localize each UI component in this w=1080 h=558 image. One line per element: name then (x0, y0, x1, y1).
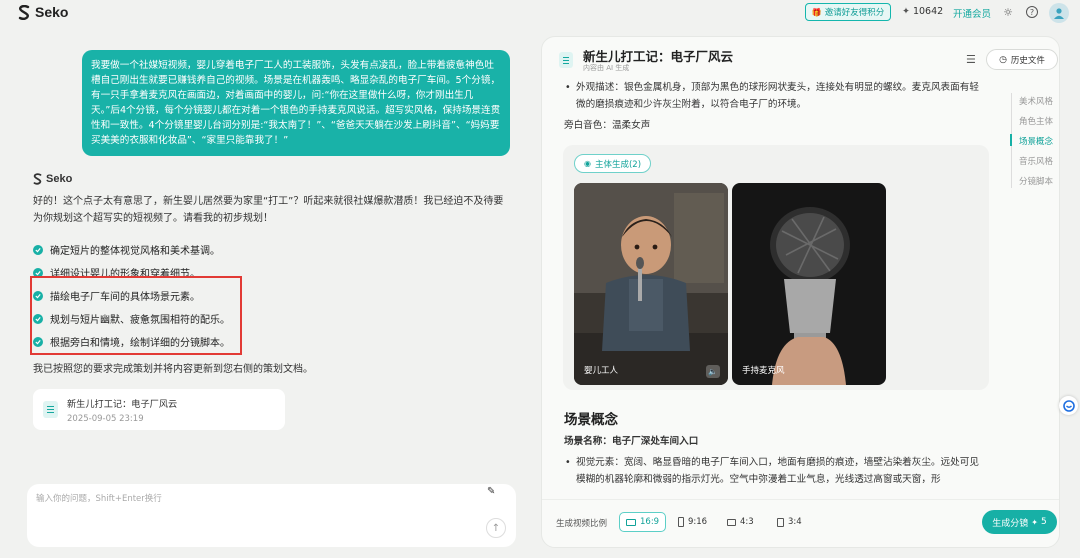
generate-label: 生成分镜 (992, 518, 1029, 529)
invite-label: 邀请好友得积分 (824, 8, 885, 18)
app-logo[interactable]: Seko (18, 4, 68, 20)
document-card-date: 2025-09-05 23:19 (67, 413, 144, 424)
voice-line: 旁白音色：温柔女声 (564, 120, 651, 131)
user-message-bubble: 我要做一个社媒短视频，婴儿穿着电子厂工人的工装服饰，头发有点凌乱，脸上带着疲惫神… (82, 50, 510, 156)
scene-visual-elements: 视觉元素：宽阔、略显昏暗的电子厂车间入口，地面有磨损的痕迹，墙壁沾染着灰尘。远处… (576, 457, 979, 485)
gift-icon: 🎁 (811, 7, 822, 17)
highlight-annotation-box (30, 276, 242, 355)
appearance-description: 外观描述：银色金属机身，顶部为黑色的球形网状麦头，连接处有明显的螺纹。麦克风表面… (576, 82, 979, 110)
chat-input-box[interactable]: 输入你的问题，Shift+Enter换行 ✎ ↑ (27, 484, 516, 547)
scene-name: 场景名称：电子厂深处车间入口 (564, 436, 699, 447)
history-icon: ◷ (999, 54, 1007, 65)
landscape-icon (727, 518, 736, 526)
history-files-button[interactable]: ◷ 历史文件 (986, 49, 1058, 70)
target-icon: ◉ (583, 159, 591, 168)
ratio-option-16-9[interactable]: 16:9 (619, 512, 667, 532)
ratio-label: 生成视频比例 (556, 519, 608, 529)
subject-chip-label: 主体生成(2) (594, 159, 642, 170)
ratio-option-3-4[interactable]: 3:4 (771, 512, 808, 532)
check-icon (33, 244, 43, 255)
credits-display[interactable]: ✦ 10642 (902, 6, 943, 17)
plan-item-text: 确定短片的整体视觉风格和美术基调。 (50, 246, 220, 257)
member-link[interactable]: 开通会员 (953, 6, 991, 20)
toc-item-active[interactable]: 场景概念 (1019, 135, 1053, 147)
ratio-option-4-3[interactable]: 4:3 (721, 512, 760, 532)
chat-input-placeholder[interactable]: 输入你的问题，Shift+Enter换行 (36, 492, 162, 504)
toc-item[interactable]: 分镜脚本 (1019, 175, 1053, 187)
document-subtitle: 内容由 AI 生成 (583, 64, 630, 72)
portrait-icon (777, 517, 784, 527)
send-arrow-icon[interactable]: ↑ (486, 518, 506, 538)
generate-cost: 5 (1040, 517, 1047, 527)
user-avatar[interactable] (1049, 3, 1069, 23)
ratio-text: 3:4 (788, 517, 802, 527)
volume-icon[interactable]: 🔈 (706, 365, 720, 378)
assistant-header: Seko (33, 173, 72, 185)
floating-assistant-button[interactable] (1059, 396, 1078, 415)
document-card-title: 新生儿打工记：电子厂风云 (67, 398, 178, 410)
subject-image-microphone[interactable]: 手持麦克风 (732, 183, 886, 385)
bullet: • (565, 82, 571, 93)
sparkle-icon: ✦ (1031, 517, 1038, 527)
sparkle-icon: ✦ (902, 6, 910, 17)
landscape-icon (626, 518, 636, 526)
portrait-icon (678, 517, 684, 527)
microphone-image (732, 183, 886, 385)
document-icon (43, 401, 58, 418)
subject-image-baby[interactable]: 婴儿工人 🔈 (574, 183, 728, 385)
subject-generate-chip[interactable]: ◉ 主体生成(2) (574, 154, 651, 173)
document-card[interactable]: 新生儿打工记：电子厂风云 2025-09-05 23:19 (33, 389, 285, 430)
toc-active-indicator (1010, 134, 1012, 146)
image-label: 手持麦克风 (742, 366, 785, 376)
edit-pen-icon[interactable]: ✎ (487, 486, 495, 497)
seko-logo-icon (18, 4, 30, 20)
toc-item[interactable]: 美术风格 (1019, 95, 1053, 107)
credits-value: 10642 (912, 6, 944, 17)
invite-friends-button[interactable]: 🎁 邀请好友得积分 (805, 3, 891, 21)
document-icon (559, 52, 573, 68)
theme-sun-icon[interactable]: ☼ (1001, 5, 1015, 19)
baby-worker-image (574, 183, 728, 385)
bullet: • (565, 457, 571, 468)
ratio-text: 4:3 (740, 517, 754, 527)
assistant-outro: 我已按照您的要求完成策划并将内容更新到您右侧的策划文档。 (33, 364, 313, 375)
chat-bubble-icon (1062, 399, 1075, 412)
ratio-option-9-16[interactable]: 9:16 (672, 512, 713, 532)
ratio-text: 9:16 (688, 517, 708, 527)
toc-item[interactable]: 角色主体 (1019, 115, 1053, 127)
outline-toggle-icon[interactable]: ☰ (966, 53, 976, 66)
help-icon[interactable]: ? (1025, 5, 1039, 19)
plan-item: 确定短片的整体视觉风格和美术基调。 (33, 242, 220, 257)
seko-logo-icon (33, 173, 42, 185)
toc-item[interactable]: 音乐风格 (1019, 155, 1053, 167)
ratio-text: 16:9 (640, 517, 660, 527)
scene-concept-heading: 场景概念 (564, 412, 618, 428)
history-label: 历史文件 (1010, 55, 1045, 66)
app-name: Seko (35, 4, 69, 20)
generate-storyboard-button[interactable]: 生成分镜 ✦ 5 (982, 510, 1057, 534)
user-icon (1054, 8, 1064, 19)
assistant-name: Seko (46, 173, 73, 185)
image-label: 婴儿工人 (584, 366, 619, 376)
assistant-intro: 好的！这个点子太有意思了，新生婴儿居然要为家里“打工”？听起来就很社媒爆款潜质！… (33, 196, 504, 224)
